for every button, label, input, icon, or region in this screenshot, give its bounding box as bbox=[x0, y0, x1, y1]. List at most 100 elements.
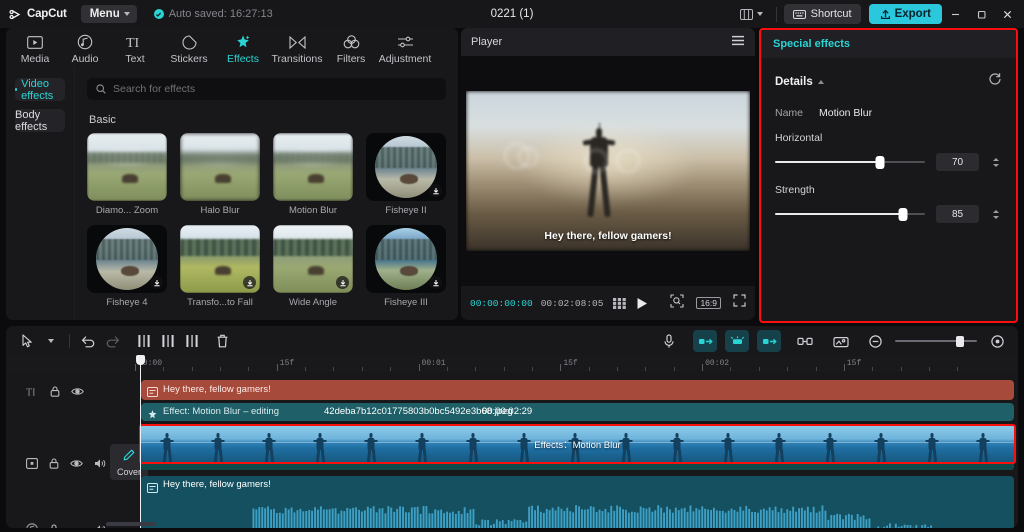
shortcut-button[interactable]: Shortcut bbox=[784, 4, 861, 24]
strength-value-input[interactable]: 85 bbox=[936, 205, 979, 223]
download-icon[interactable] bbox=[150, 276, 163, 289]
lock-icon[interactable] bbox=[50, 386, 60, 397]
horizontal-scrollbar[interactable] bbox=[106, 522, 156, 526]
fullscreen-icon[interactable] bbox=[733, 294, 746, 312]
timeline-zoom-slider[interactable] bbox=[895, 335, 977, 347]
horizontal-stepper[interactable] bbox=[990, 153, 1002, 171]
effect-item-motion-blur[interactable]: Motion Blur bbox=[273, 133, 353, 216]
effect-item-halo-blur[interactable]: Halo Blur bbox=[180, 133, 260, 216]
effect-thumbnail bbox=[180, 133, 260, 201]
svg-text:TI: TI bbox=[26, 387, 35, 397]
slider-handle[interactable] bbox=[898, 208, 907, 221]
details-section-header[interactable]: Details bbox=[775, 72, 1002, 91]
zoom-handle[interactable] bbox=[956, 336, 964, 347]
layout-button[interactable] bbox=[734, 5, 769, 24]
delete-icon[interactable] bbox=[210, 330, 234, 352]
redo-icon[interactable] bbox=[100, 330, 124, 352]
eye-icon[interactable] bbox=[71, 387, 84, 396]
effect-item-fisheye-iii[interactable]: Fisheye III bbox=[366, 225, 446, 308]
effect-item-wide-angle[interactable]: Wide Angle bbox=[273, 225, 353, 308]
tab-stickers[interactable]: Stickers bbox=[160, 32, 218, 65]
sidebar-item-body-effects[interactable]: Body effects bbox=[15, 109, 65, 132]
section-title-basic: Basic bbox=[89, 114, 446, 126]
audio-clip[interactable]: Hey there, fellow gamers! bbox=[141, 476, 1014, 528]
video-track-icon[interactable] bbox=[26, 458, 38, 469]
auto-captions-icon[interactable] bbox=[693, 330, 717, 352]
zoom-in-icon[interactable] bbox=[985, 330, 1009, 352]
microphone-icon[interactable] bbox=[657, 330, 681, 352]
horizontal-slider[interactable] bbox=[775, 156, 925, 168]
text-clip[interactable]: Hey there, fellow gamers! bbox=[141, 380, 1014, 400]
hamburger-icon[interactable] bbox=[731, 33, 745, 51]
close-button[interactable] bbox=[994, 1, 1020, 27]
volume-icon[interactable] bbox=[94, 458, 107, 469]
tab-adjustment[interactable]: Adjustment bbox=[376, 32, 434, 65]
tool-dropdown-icon[interactable] bbox=[39, 330, 63, 352]
stepper-up-icon[interactable] bbox=[993, 210, 999, 213]
select-tool-icon[interactable] bbox=[15, 330, 39, 352]
download-icon[interactable] bbox=[243, 276, 256, 289]
lock-icon[interactable] bbox=[49, 458, 59, 469]
timeline-ruler[interactable]: 00:00 15f 00:01 15f 00:02 15f bbox=[6, 356, 1018, 372]
audio-track-icon[interactable] bbox=[26, 523, 38, 528]
lock-icon[interactable] bbox=[49, 524, 59, 529]
trim-left-icon[interactable] bbox=[156, 330, 180, 352]
tab-transitions[interactable]: Transitions bbox=[268, 32, 326, 65]
caption-icon bbox=[147, 384, 158, 400]
download-icon[interactable] bbox=[429, 276, 442, 289]
retouch-icon[interactable] bbox=[757, 330, 781, 352]
search-input[interactable]: Search for effects bbox=[87, 78, 446, 100]
undo-icon[interactable] bbox=[76, 330, 100, 352]
reset-icon[interactable] bbox=[988, 72, 1002, 91]
maximize-button[interactable] bbox=[968, 1, 994, 27]
video-preview-area[interactable]: Hey there, fellow gamers! bbox=[461, 56, 755, 286]
playhead-handle[interactable] bbox=[136, 355, 145, 365]
stepper-down-icon[interactable] bbox=[993, 216, 999, 219]
sidebar-item-video-effects[interactable]: Video effects bbox=[15, 78, 65, 101]
tab-filters[interactable]: Filters bbox=[326, 32, 376, 65]
download-icon[interactable] bbox=[336, 276, 349, 289]
crop-icon[interactable] bbox=[670, 294, 684, 313]
effect-item-diamond-zoom[interactable]: Diamo... Zoom bbox=[87, 133, 167, 216]
strength-stepper[interactable] bbox=[990, 205, 1002, 223]
current-time[interactable]: 00:00:00:00 bbox=[470, 298, 533, 309]
menu-button[interactable]: Menu bbox=[81, 5, 137, 23]
aspect-ratio-button[interactable]: 16:9 bbox=[696, 297, 721, 309]
effect-name-row: Name Motion Blur bbox=[775, 107, 1002, 119]
keyframe-icon[interactable] bbox=[793, 330, 817, 352]
trim-right-icon[interactable] bbox=[180, 330, 204, 352]
play-button[interactable] bbox=[636, 297, 648, 310]
strength-slider[interactable] bbox=[775, 208, 925, 220]
minimize-button[interactable] bbox=[942, 1, 968, 27]
property-label: Strength bbox=[775, 184, 1002, 196]
effect-item-fisheye-4[interactable]: Fisheye 4 bbox=[87, 225, 167, 308]
effect-label: Wide Angle bbox=[273, 297, 353, 308]
auto-reframe-icon[interactable] bbox=[725, 330, 749, 352]
tab-media[interactable]: Media bbox=[10, 32, 60, 65]
effect-item-transform-to-fall[interactable]: Transfo...to Fall bbox=[180, 225, 260, 308]
video-subject bbox=[466, 91, 750, 251]
slider-handle[interactable] bbox=[876, 156, 885, 169]
horizontal-value-input[interactable]: 70 bbox=[936, 153, 979, 171]
download-icon[interactable] bbox=[429, 184, 442, 197]
export-button[interactable]: Export bbox=[869, 4, 942, 24]
eye-icon[interactable] bbox=[70, 459, 83, 468]
effect-item-fisheye-ii[interactable]: Fisheye II bbox=[366, 133, 446, 216]
tab-effects[interactable]: Effects bbox=[218, 32, 268, 65]
effect-thumbnail bbox=[366, 225, 446, 293]
stepper-down-icon[interactable] bbox=[993, 164, 999, 167]
effect-clip[interactable]: Effect: Motion Blur – editing 42deba7b12… bbox=[141, 403, 1014, 421]
split-icon[interactable] bbox=[132, 330, 156, 352]
tab-text[interactable]: TI Text bbox=[110, 32, 160, 65]
grid-icon[interactable] bbox=[613, 298, 626, 309]
playhead[interactable] bbox=[140, 356, 141, 528]
text-track-icon[interactable]: TI bbox=[26, 386, 39, 397]
zoom-out-icon[interactable] bbox=[863, 330, 887, 352]
text-clip-label: Hey there, fellow gamers! bbox=[163, 384, 271, 395]
app-name: CapCut bbox=[27, 8, 67, 20]
svg-text:TI: TI bbox=[126, 36, 140, 49]
mask-icon[interactable] bbox=[829, 330, 853, 352]
tab-audio[interactable]: Audio bbox=[60, 32, 110, 65]
video-clip[interactable]: Effects：Motion Blur bbox=[139, 424, 1016, 464]
stepper-up-icon[interactable] bbox=[993, 158, 999, 161]
